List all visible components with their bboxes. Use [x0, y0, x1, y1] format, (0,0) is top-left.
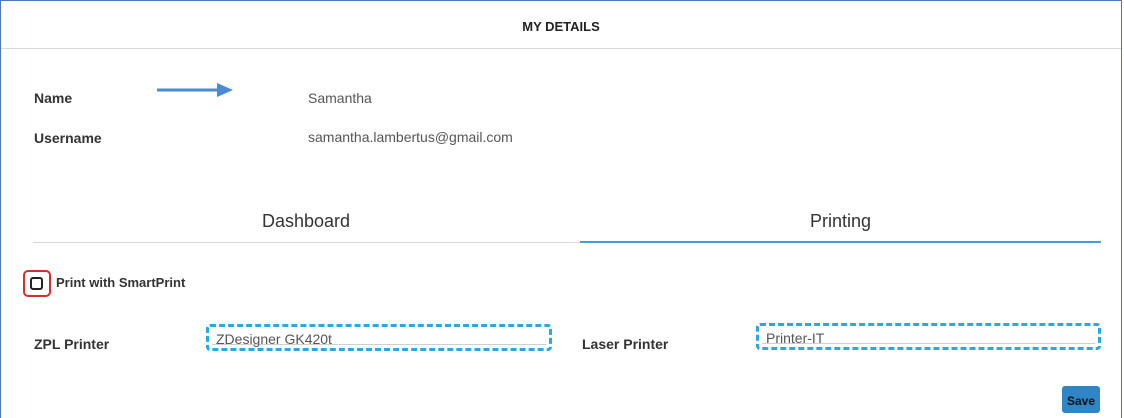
username-value: samantha.lambertus@gmail.com: [308, 129, 513, 145]
name-label: Name: [34, 90, 73, 106]
name-value: Samantha: [308, 90, 372, 106]
arrow-right-icon: [157, 83, 233, 97]
page-title: MY DETAILS: [1, 1, 1121, 49]
laser-printer-value: Printer-IT: [766, 330, 825, 346]
tab-dashboard[interactable]: Dashboard: [33, 200, 579, 242]
zpl-printer-label: ZPL Printer: [34, 336, 110, 352]
smartprint-checkbox[interactable]: [30, 277, 43, 290]
zpl-printer-field[interactable]: ZDesigner GK420t: [206, 324, 552, 351]
laser-printer-field[interactable]: Printer-IT: [756, 323, 1101, 350]
smartprint-label: Print with SmartPrint: [56, 275, 186, 290]
zpl-printer-value: ZDesigner GK420t: [216, 331, 332, 347]
laser-printer-label: Laser Printer: [582, 336, 669, 352]
active-tab-indicator: [580, 241, 1101, 243]
tab-printing[interactable]: Printing: [580, 200, 1101, 242]
save-button[interactable]: Save: [1062, 386, 1100, 413]
username-label: Username: [34, 130, 102, 146]
